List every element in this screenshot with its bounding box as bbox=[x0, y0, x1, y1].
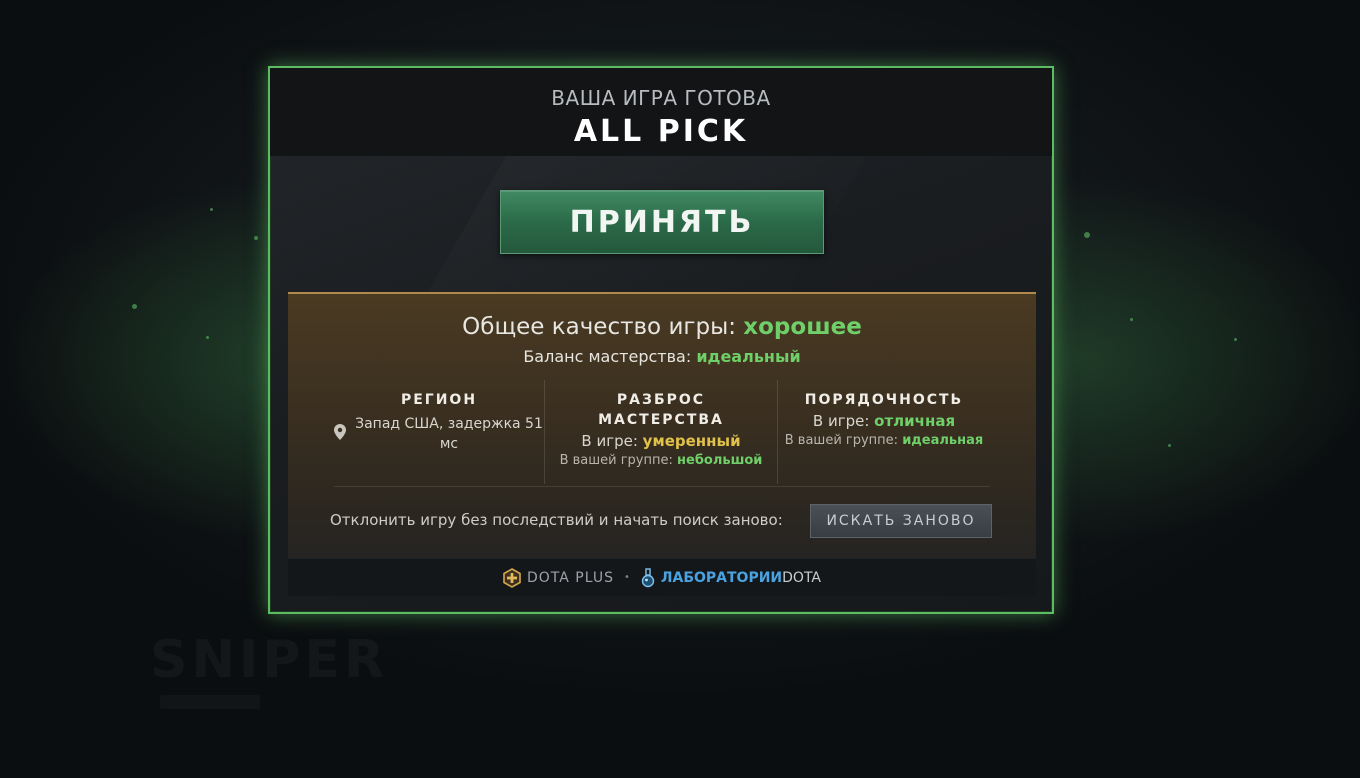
behavior-in-game-value: отличная bbox=[874, 412, 956, 430]
skill-spread-in-game-label: В игре: bbox=[581, 432, 638, 450]
overall-quality-label: Общее качество игры: bbox=[462, 314, 736, 340]
particle bbox=[132, 304, 137, 309]
particle bbox=[1130, 318, 1133, 321]
region-heading: РЕГИОН bbox=[400, 392, 478, 408]
overall-quality-value: хорошее bbox=[743, 314, 862, 340]
behavior-in-game-label: В игре: bbox=[812, 412, 870, 430]
skill-spread-column: РАЗБРОС МАСТЕРСТВА В игре: умеренный В в… bbox=[544, 380, 778, 484]
skill-spread-heading-line2: МАСТЕРСТВА bbox=[598, 412, 724, 428]
particle bbox=[210, 208, 213, 211]
match-quality-panel: Общее качество игры: хорошее Баланс маст… bbox=[288, 292, 1036, 594]
skill-spread-in-game: В игре: умеренный bbox=[545, 432, 777, 450]
dialog-header: ВАША ИГРА ГОТОВА ALL PICK bbox=[270, 68, 1052, 156]
behavior-column: ПОРЯДОЧНОСТЬ В игре: отличная В вашей гр… bbox=[778, 380, 990, 484]
particle bbox=[1168, 444, 1171, 447]
skill-balance-label: Баланс мастерства: bbox=[523, 347, 692, 366]
particle bbox=[254, 236, 258, 240]
dota-labs-link[interactable]: ЛАБОРАТОРИИDOTA bbox=[640, 567, 821, 588]
background-hero-name: SNIPER bbox=[150, 630, 388, 690]
skill-balance: Баланс мастерства: идеальный bbox=[288, 347, 1036, 366]
skill-spread-heading-line1: РАЗБРОС bbox=[616, 392, 706, 408]
background-hero-subtitle bbox=[160, 695, 260, 709]
dota-labs-label-part1: ЛАБОРАТОРИИ bbox=[660, 569, 783, 586]
behavior-heading: ПОРЯДОЧНОСТЬ bbox=[804, 392, 964, 408]
region-value: Запад США, задержка 51 мс bbox=[355, 416, 543, 452]
location-pin-icon bbox=[334, 424, 346, 440]
particle bbox=[1084, 232, 1090, 238]
region-column: РЕГИОН Запад США, задержка 51 мс bbox=[334, 380, 544, 484]
flask-icon bbox=[641, 567, 655, 587]
panel-divider bbox=[334, 486, 990, 487]
skill-spread-in-game-value: умеренный bbox=[642, 432, 741, 450]
skill-spread-in-group-value: небольшой bbox=[677, 453, 763, 468]
skill-spread-in-group: В вашей группе: небольшой bbox=[545, 453, 777, 468]
accept-button[interactable]: ПРИНЯТЬ bbox=[500, 190, 824, 254]
behavior-in-group-value: идеальная bbox=[902, 433, 984, 448]
search-again-button[interactable]: ИСКАТЬ ЗАНОВО bbox=[810, 504, 992, 538]
dota-plus-link[interactable]: DOTA PLUS bbox=[503, 567, 614, 588]
behavior-in-game: В игре: отличная bbox=[778, 412, 990, 430]
skill-spread-in-group-label: В вашей группе: bbox=[559, 453, 673, 468]
match-ready-dialog: ВАША ИГРА ГОТОВА ALL PICK ПРИНЯТЬ Общее … bbox=[268, 66, 1054, 614]
skill-spread-heading: РАЗБРОС МАСТЕРСТВА bbox=[545, 390, 777, 430]
decline-text: Отклонить игру без последствий и начать … bbox=[330, 511, 783, 529]
quality-columns: РЕГИОН Запад США, задержка 51 мс РАЗБРОС… bbox=[334, 380, 990, 484]
behavior-in-group-label: В вашей группе: bbox=[784, 433, 899, 448]
dota-labs-label-part2: DOTA bbox=[782, 569, 821, 586]
dota-plus-label: DOTA PLUS bbox=[526, 569, 614, 586]
behavior-in-group: В вашей группе: идеальная bbox=[778, 433, 990, 448]
footer-separator: • bbox=[623, 572, 630, 583]
game-mode-title: ALL PICK bbox=[573, 114, 749, 149]
dota-plus-icon bbox=[503, 567, 521, 588]
overall-quality: Общее качество игры: хорошее bbox=[288, 314, 1036, 340]
particle bbox=[1234, 338, 1237, 341]
skill-balance-value: идеальный bbox=[696, 347, 801, 366]
region-info: Запад США, задержка 51 мс bbox=[334, 414, 544, 454]
particle bbox=[206, 336, 209, 339]
dialog-footer: DOTA PLUS • ЛАБОРАТОРИИDOTA bbox=[288, 558, 1036, 596]
ready-title: ВАША ИГРА ГОТОВА bbox=[551, 86, 771, 110]
